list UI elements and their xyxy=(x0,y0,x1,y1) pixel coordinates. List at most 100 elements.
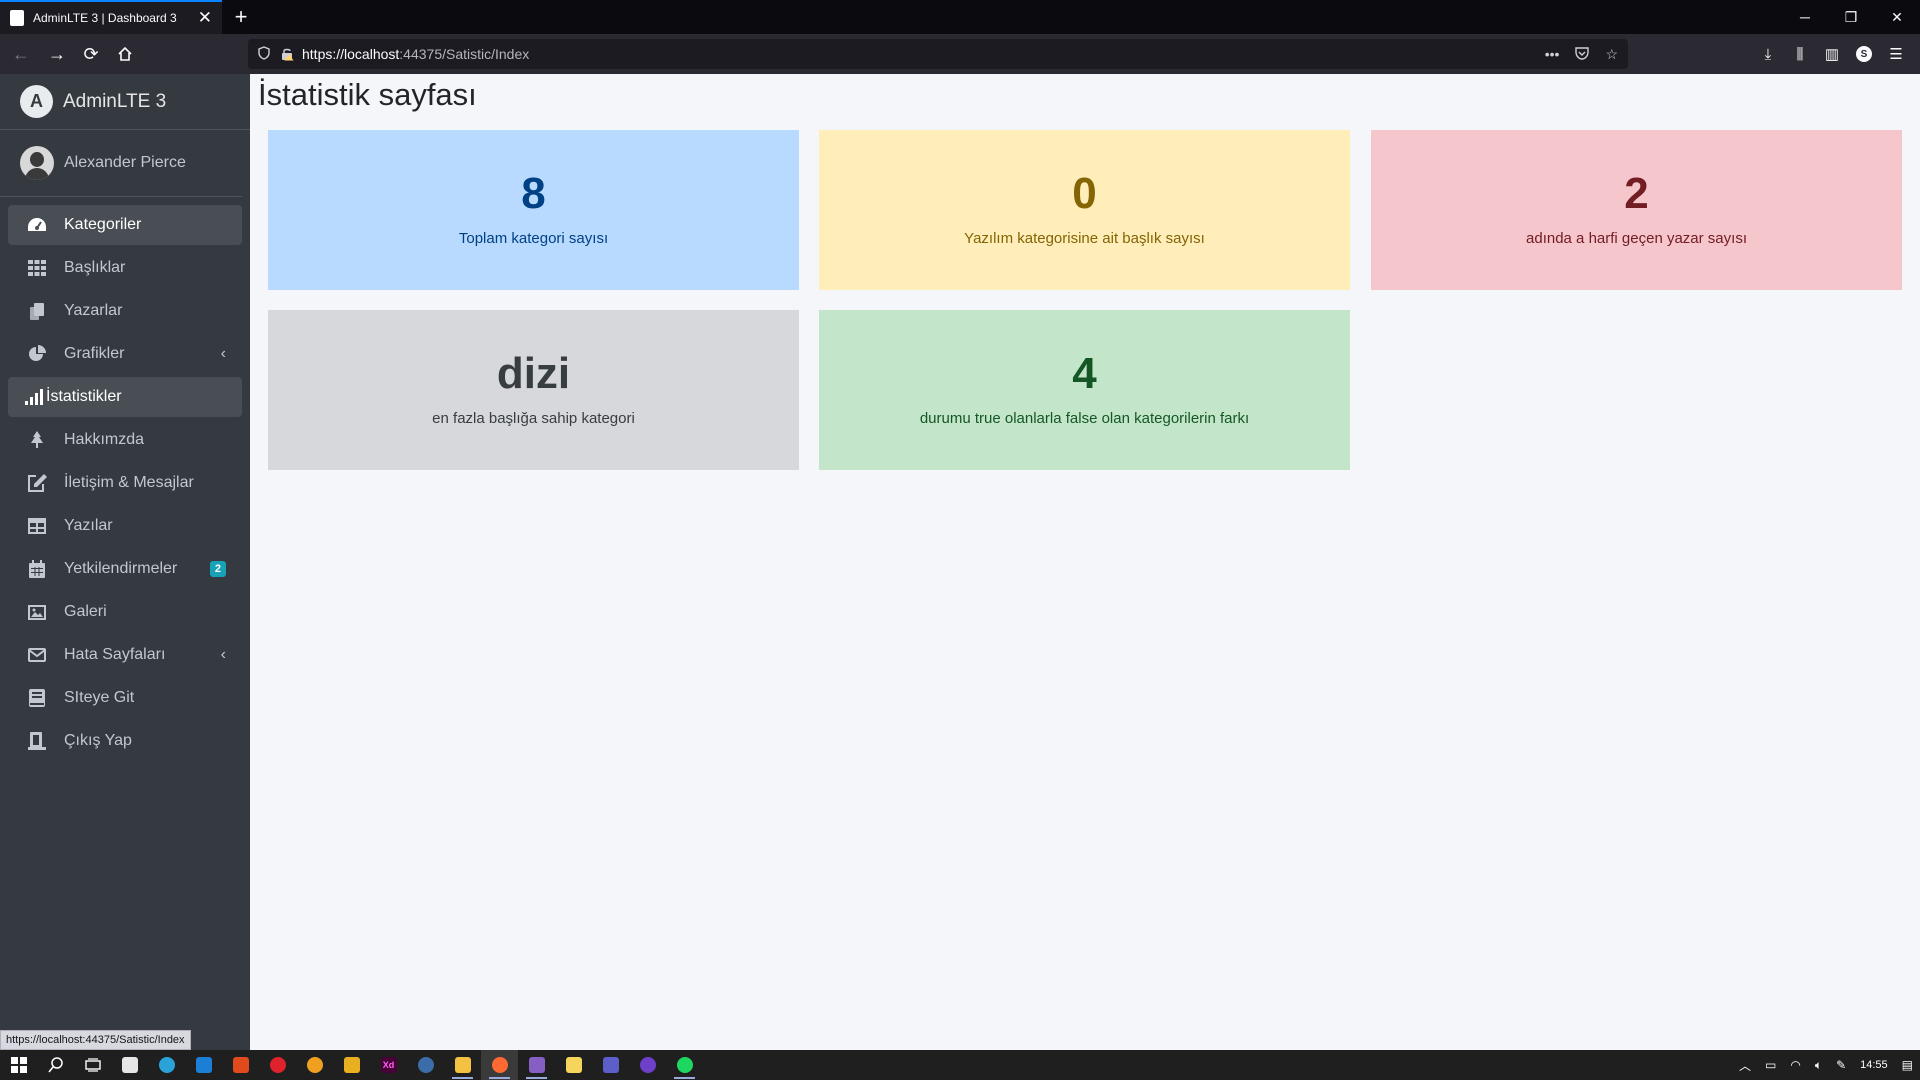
downloads-icon[interactable]: ⤓ xyxy=(1752,46,1784,63)
notification-badge: 2 xyxy=(209,561,226,577)
more-actions-icon[interactable]: ••• xyxy=(1545,46,1560,62)
search-icon[interactable] xyxy=(37,1050,74,1080)
sidebar-toggle-icon[interactable]: ▥ xyxy=(1816,45,1848,63)
url-host: https://localhost xyxy=(302,46,400,62)
tab-title: AdminLTE 3 | Dashboard 3 xyxy=(33,11,177,25)
sidebar-item-yazarlar[interactable]: Yazarlar xyxy=(8,291,242,331)
window-controls: ─ ❐ ✕ xyxy=(1782,0,1920,34)
chevron-left-icon[interactable]: ‹ xyxy=(221,646,226,664)
sidebar-item-hakkimzda[interactable]: Hakkımzda xyxy=(8,420,242,460)
edge-icon[interactable] xyxy=(148,1050,185,1080)
sidebar-item-label: Galeri xyxy=(64,603,107,620)
url-text[interactable]: https://localhost:44375/Satistic/Index xyxy=(302,46,1529,62)
new-tab-button[interactable]: + xyxy=(222,0,260,34)
browser-navbar: ← → ⟳ https://localhost:44375/Satistic/I… xyxy=(0,34,1920,74)
sidebar-item-galeri[interactable]: Galeri xyxy=(8,592,242,632)
store-icon[interactable] xyxy=(111,1050,148,1080)
mail-icon[interactable] xyxy=(185,1050,222,1080)
forward-icon[interactable]: → xyxy=(40,39,74,69)
adobe-xd-icon[interactable]: Xd xyxy=(370,1050,407,1080)
sidebar-item-basliklar[interactable]: Başlıklar xyxy=(8,248,242,288)
visual-studio-icon[interactable] xyxy=(518,1050,555,1080)
pie-chart-icon xyxy=(26,344,48,364)
chevron-left-icon[interactable]: ‹ xyxy=(221,345,226,363)
browser-tabbar: AdminLTE 3 | Dashboard 3 ✕ + ─ ❐ ✕ xyxy=(0,0,1920,34)
edit-icon xyxy=(26,473,48,493)
address-bar[interactable]: https://localhost:44375/Satistic/Index •… xyxy=(248,39,1628,69)
spotify-icon[interactable] xyxy=(666,1050,703,1080)
firefox-icon[interactable] xyxy=(481,1050,518,1080)
sidebar-item-yetkilendirmeler[interactable]: Yetkilendirmeler 2 xyxy=(8,549,242,589)
calendar-icon xyxy=(26,559,48,579)
browser-tab[interactable]: AdminLTE 3 | Dashboard 3 ✕ xyxy=(0,0,222,34)
sidebar-item-label: Başlıklar xyxy=(64,259,126,276)
sidebar-item-yazilar[interactable]: Yazılar xyxy=(8,506,242,546)
close-window-icon[interactable]: ✕ xyxy=(1874,0,1920,34)
sidebar-item-label: SIteye Git xyxy=(64,689,135,706)
sidebar-item-kategoriler[interactable]: Kategoriler xyxy=(8,205,242,245)
link-status-url: https://localhost:44375/Satistic/Index xyxy=(0,1030,191,1050)
sticky-notes-icon[interactable] xyxy=(555,1050,592,1080)
app-file-icon[interactable] xyxy=(333,1050,370,1080)
battery-icon[interactable]: ▭ xyxy=(1765,1058,1776,1072)
teams-icon[interactable] xyxy=(592,1050,629,1080)
restore-icon[interactable]: ❐ xyxy=(1828,0,1874,34)
wifi-icon[interactable]: ◠ xyxy=(1790,1058,1800,1072)
sidebar-item-label: Kategoriler xyxy=(64,216,142,233)
close-tab-icon[interactable]: ✕ xyxy=(198,8,212,28)
user-panel[interactable]: Alexander Pierce xyxy=(0,130,242,197)
pocket-icon[interactable] xyxy=(1575,46,1590,63)
insecure-lock-icon[interactable] xyxy=(280,47,294,61)
app-menu-icon[interactable]: ☰ xyxy=(1880,45,1912,63)
notifications-icon[interactable]: ▤ xyxy=(1902,1058,1913,1072)
tray-overflow-icon[interactable]: ︿ xyxy=(1739,1057,1751,1074)
sidebar-item-label: Yazarlar xyxy=(64,302,123,319)
book-icon xyxy=(26,688,48,708)
minimize-icon[interactable]: ─ xyxy=(1782,0,1828,34)
sidebar-item-grafikler[interactable]: Grafikler ‹ xyxy=(8,334,242,374)
office-icon[interactable] xyxy=(222,1050,259,1080)
sidebar-item-iletisim[interactable]: İletişim & Mesajlar xyxy=(8,463,242,503)
main-sidebar: A AdminLTE 3 Alexander Pierce Kategorile… xyxy=(0,74,250,1050)
stat-value: 0 xyxy=(1072,169,1097,218)
file-explorer-icon[interactable] xyxy=(444,1050,481,1080)
opera-icon[interactable] xyxy=(259,1050,296,1080)
volume-icon[interactable]: 🔈︎ xyxy=(1815,1058,1822,1073)
stat-label: adında a harfi geçen yazar sayısı xyxy=(1526,230,1747,247)
github-icon[interactable] xyxy=(629,1050,666,1080)
library-icon[interactable]: ⫼ xyxy=(1784,46,1816,63)
brand-link[interactable]: A AdminLTE 3 xyxy=(0,74,250,130)
app-orange-icon[interactable] xyxy=(296,1050,333,1080)
sidebar-item-siteye-git[interactable]: SIteye Git xyxy=(8,678,242,718)
stat-value: 2 xyxy=(1624,169,1649,218)
bookmark-star-icon[interactable]: ☆ xyxy=(1605,46,1618,63)
stat-value: 4 xyxy=(1072,349,1097,398)
sidebar-item-label: Yetkilendirmeler xyxy=(64,560,178,577)
reload-icon[interactable]: ⟳ xyxy=(74,39,108,69)
task-view-icon[interactable] xyxy=(74,1050,111,1080)
stat-label: durumu true olanlarla false olan kategor… xyxy=(919,410,1250,427)
clock[interactable]: 14:55 xyxy=(1860,1059,1888,1071)
grid-icon xyxy=(26,258,48,278)
steam-icon[interactable] xyxy=(407,1050,444,1080)
pen-icon[interactable]: ✎ xyxy=(1836,1058,1846,1072)
signal-icon xyxy=(24,387,44,407)
sidebar-item-cikis-yap[interactable]: Çıkış Yap xyxy=(8,721,242,761)
windows-start-icon[interactable] xyxy=(0,1050,37,1080)
stat-label: Yazılım kategorisine ait başlık sayısı xyxy=(964,230,1205,247)
home-icon[interactable] xyxy=(108,39,142,69)
back-icon[interactable]: ← xyxy=(4,39,38,69)
user-name[interactable]: Alexander Pierce xyxy=(64,154,186,172)
sidebar-item-label: Grafikler xyxy=(64,345,125,362)
page-icon xyxy=(10,10,24,26)
sidebar-item-istatistikler[interactable]: İstatistikler xyxy=(8,377,242,417)
stat-value: dizi xyxy=(496,349,571,398)
shield-icon[interactable] xyxy=(258,45,270,63)
account-icon[interactable]: S xyxy=(1856,46,1872,62)
dashboard-icon xyxy=(26,215,48,235)
copy-icon xyxy=(26,301,48,321)
stat-card-status-difference: 4 durumu true olanlarla false olan kateg… xyxy=(819,310,1350,470)
envelope-icon xyxy=(26,645,48,665)
sidebar-item-hata-sayfalari[interactable]: Hata Sayfaları ‹ xyxy=(8,635,242,675)
sidebar-item-label: Yazılar xyxy=(64,517,113,534)
